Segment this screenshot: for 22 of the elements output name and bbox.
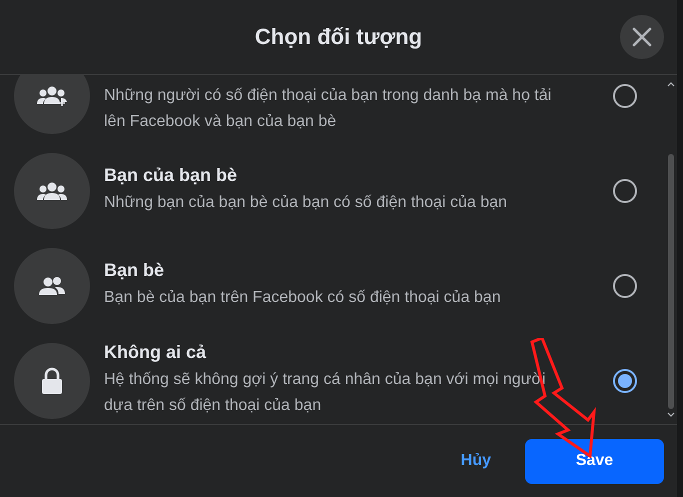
scroll-down-icon[interactable]	[667, 412, 675, 418]
friends-icon	[38, 276, 66, 296]
option-description: Những bạn của bạn bè của bạn có số điện thoại của bạn	[104, 193, 508, 213]
option-description: Những người có số điện thoại của bạn trong danh bạ mà họ tải lên Facebook và bạn của bạn bè	[104, 86, 552, 132]
radio-button[interactable]	[613, 368, 637, 392]
group-icon	[37, 84, 67, 106]
option-title: Không ai cả	[104, 342, 208, 363]
option-title: Bạn của bạn bè	[104, 165, 238, 186]
scroll-up-icon[interactable]	[667, 81, 675, 87]
lock-icon	[41, 366, 63, 394]
cancel-button[interactable]: Hủy	[454, 451, 497, 471]
scrollbar-thumb[interactable]	[668, 154, 674, 409]
radio-button[interactable]	[613, 274, 637, 298]
close-icon	[631, 26, 653, 48]
close-button[interactable]	[620, 15, 664, 59]
group-icon	[37, 180, 67, 200]
option-description: Bạn bè của bạn trên Facebook có số điện thoại của bạn	[104, 288, 502, 308]
dialog-title: Chọn đối tượng	[254, 24, 422, 50]
radio-button[interactable]	[613, 84, 637, 108]
save-button[interactable]: Save	[525, 438, 664, 484]
option-title: Bạn bè	[104, 260, 166, 281]
radio-button[interactable]	[613, 178, 637, 202]
